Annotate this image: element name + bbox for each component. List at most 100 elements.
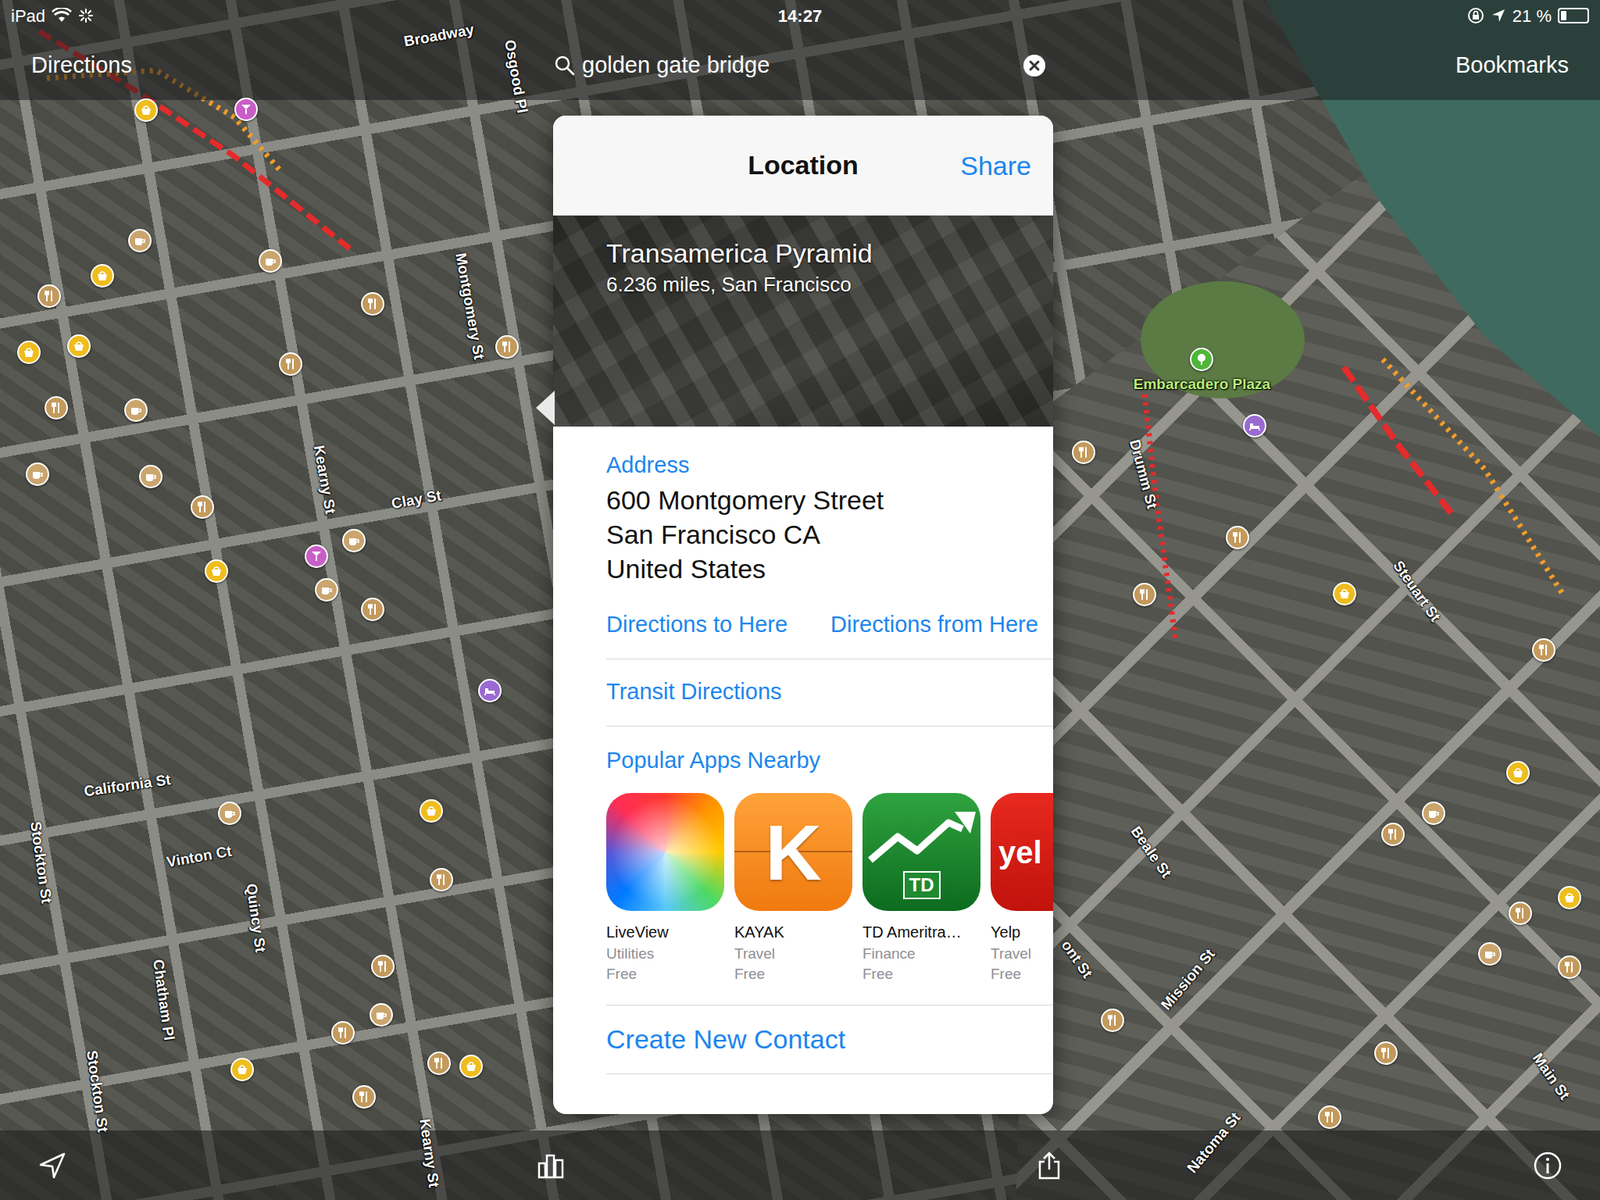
shopping-pin-icon[interactable] [1506, 760, 1530, 785]
shopping-pin-icon[interactable] [134, 98, 158, 122]
shopping-pin-icon[interactable] [67, 334, 91, 358]
restaurant-glyph-icon [435, 873, 448, 886]
cafe-glyph-icon [144, 470, 158, 483]
cafe-pin-icon[interactable] [258, 249, 283, 273]
current-location-icon[interactable] [37, 1150, 68, 1181]
popover-header: Location Share [553, 115, 1054, 216]
restaurant-pin-icon[interactable] [360, 597, 385, 622]
restaurant-pin-icon[interactable] [495, 335, 519, 359]
cafe-pin-icon[interactable] [128, 228, 152, 253]
search-field[interactable]: golden gate bridge [546, 43, 1054, 88]
app-item[interactable]: yelYelpTravelFree [990, 792, 1054, 985]
yelp-app-icon[interactable]: yel [990, 792, 1054, 911]
info-icon[interactable] [1532, 1150, 1563, 1181]
address[interactable]: 600 Montgomery StreetSan Francisco CAUni… [606, 482, 1054, 593]
bottom-toolbar [0, 1130, 1600, 1200]
clear-icon[interactable] [1022, 53, 1047, 78]
restaurant-pin-icon[interactable] [44, 396, 68, 420]
bar-pin-icon[interactable] [304, 544, 329, 568]
restaurant-pin-icon[interactable] [427, 1051, 451, 1075]
shopping-pin-icon[interactable] [1332, 582, 1357, 606]
battery-fill [1560, 10, 1567, 21]
restaurant-pin-icon[interactable] [360, 292, 385, 316]
apps-heading: Popular Apps Nearby [606, 726, 1054, 779]
directions-button[interactable]: Directions [31, 52, 133, 78]
cafe-pin-icon[interactable] [217, 801, 242, 825]
restaurant-pin-icon[interactable] [1132, 582, 1157, 607]
shopping-pin-icon[interactable] [204, 559, 229, 583]
search-icon [553, 54, 576, 77]
td-app-icon[interactable]: TD [862, 792, 981, 911]
buildings-3d-icon[interactable] [535, 1150, 566, 1181]
transit-button[interactable]: Transit Directions [606, 675, 783, 710]
app-name: KAYAK [734, 920, 853, 944]
restaurant-pin-icon[interactable] [1071, 440, 1096, 465]
restaurant-pin-icon[interactable] [1557, 955, 1582, 979]
restaurant-pin-icon[interactable] [190, 495, 215, 519]
restaurant-pin-icon[interactable] [371, 954, 395, 979]
app-item[interactable]: KKAYAKTravelFree [734, 792, 853, 985]
restaurant-pin-icon[interactable] [1374, 1041, 1398, 1065]
restaurant-glyph-icon [42, 289, 56, 303]
cafe-pin-icon[interactable] [314, 578, 339, 602]
hotel-pin-icon[interactable] [478, 678, 502, 703]
cafe-pin-icon[interactable] [1478, 942, 1502, 966]
restaurant-pin-icon[interactable] [331, 1021, 355, 1045]
battery-percent: 21 % [1512, 3, 1552, 29]
app-item[interactable]: TDTD Ameritra…FinanceFree [862, 792, 981, 985]
share-button[interactable]: Share [960, 145, 1032, 186]
nav-bar: Directions golden gate bridge Bookmarks [0, 31, 1600, 100]
cafe-pin-icon[interactable] [139, 464, 163, 489]
restaurant-pin-icon[interactable] [352, 1085, 376, 1109]
app-name: TD Ameritra… [862, 920, 981, 944]
shopping-glyph-icon [235, 1063, 249, 1076]
cafe-pin-icon[interactable] [1421, 801, 1446, 825]
transit-row: Transit Directions [606, 659, 1054, 727]
wifi-icon [51, 7, 72, 24]
liveview-app-icon[interactable] [606, 792, 725, 911]
shopping-glyph-icon [1338, 587, 1351, 600]
park-pin-icon[interactable] [1189, 347, 1214, 372]
restaurant-pin-icon[interactable] [37, 284, 61, 308]
bar-pin-icon[interactable] [234, 97, 258, 122]
shopping-pin-icon[interactable] [459, 1054, 483, 1079]
bookmarks-button[interactable]: Bookmarks [1455, 52, 1569, 78]
restaurant-glyph-icon [366, 603, 379, 616]
shopping-pin-icon[interactable] [17, 340, 41, 365]
app-price: Free [606, 964, 725, 985]
shopping-glyph-icon [1511, 766, 1525, 779]
restaurant-glyph-icon [432, 1057, 446, 1070]
place-distance: 6.236 miles, San Francisco [606, 269, 1000, 300]
kayak-app-icon[interactable]: K [734, 792, 853, 911]
restaurant-pin-icon[interactable] [1532, 638, 1556, 662]
cafe-pin-icon[interactable] [25, 462, 50, 486]
shopping-pin-icon[interactable] [90, 264, 115, 288]
share-icon[interactable] [1034, 1150, 1065, 1181]
shopping-pin-icon[interactable] [419, 799, 443, 823]
restaurant-pin-icon[interactable] [429, 867, 454, 892]
restaurant-glyph-icon [1106, 1014, 1119, 1027]
directions-to-button[interactable]: Directions to Here [606, 607, 831, 643]
cafe-pin-icon[interactable] [369, 1003, 393, 1027]
hotel-pin-icon[interactable] [1242, 414, 1267, 438]
directions-from-button[interactable]: Directions from Here [830, 607, 1039, 643]
restaurant-pin-icon[interactable] [1225, 525, 1250, 550]
restaurant-pin-icon[interactable] [1381, 822, 1405, 847]
restaurant-pin-icon[interactable] [1508, 901, 1533, 925]
cafe-pin-icon[interactable] [342, 528, 366, 553]
shopping-glyph-icon [464, 1060, 478, 1073]
create-contact-button[interactable]: Create New Contact [606, 1019, 846, 1060]
shopping-pin-icon[interactable] [1557, 885, 1582, 910]
search-text[interactable]: golden gate bridge [582, 48, 1017, 83]
td-logo-text: TD [903, 871, 941, 900]
restaurant-pin-icon[interactable] [1100, 1008, 1125, 1033]
restaurant-glyph-icon [1386, 828, 1400, 841]
restaurant-pin-icon[interactable] [278, 352, 303, 376]
cafe-pin-icon[interactable] [124, 398, 148, 422]
shopping-glyph-icon [22, 346, 36, 359]
app-item[interactable]: LiveViewUtilitiesFree [606, 792, 725, 985]
restaurant-glyph-icon [500, 340, 514, 354]
restaurant-pin-icon[interactable] [1317, 1105, 1342, 1129]
shopping-pin-icon[interactable] [230, 1057, 254, 1082]
bar-glyph-icon [239, 103, 253, 116]
